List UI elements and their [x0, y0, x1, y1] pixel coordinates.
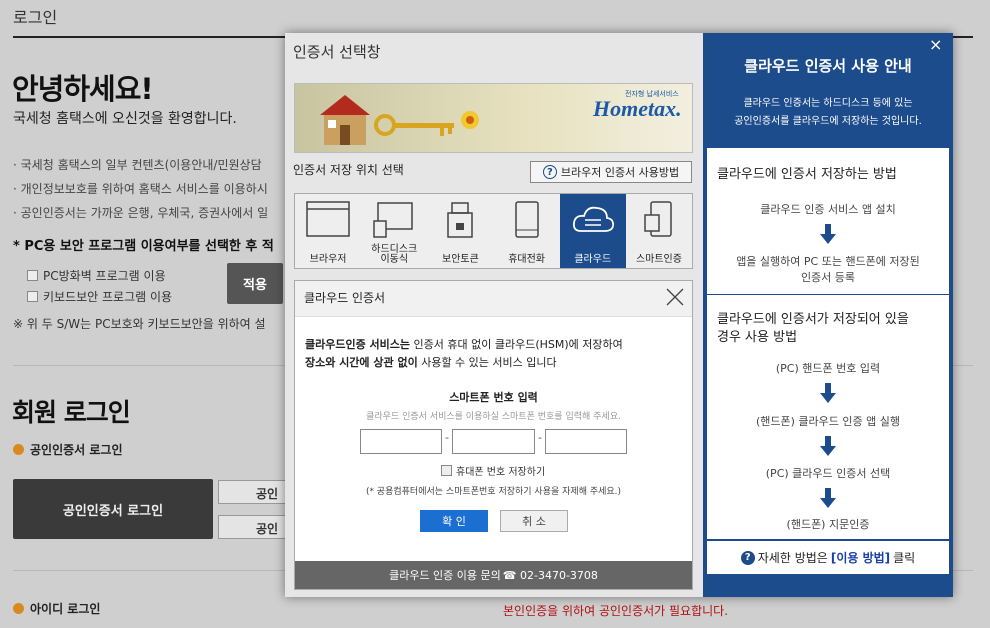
- greeting-heading: 안녕하세요!: [12, 72, 154, 106]
- arrow-down-icon: [820, 224, 836, 244]
- hometax-logo: Hometax.: [593, 96, 682, 121]
- inquiry-text: 클라우드 인증 이용 문의: [389, 569, 501, 582]
- bullet-circle-icon: [13, 444, 24, 455]
- browser-cert-howto-button[interactable]: ? 브라우저 인증서 사용방법: [530, 161, 692, 183]
- house-key-illustration: [320, 95, 479, 145]
- firewall-checkbox[interactable]: [27, 270, 38, 281]
- save-phone-row[interactable]: 휴대폰 번호 저장하기: [441, 463, 545, 478]
- how-to-use-title: 클라우드에 인증서가 저장되어 있을 경우 사용 방법: [717, 312, 909, 345]
- detail-link-box: ? 자세한 방법은 [이용 방법] 클릭: [707, 541, 949, 574]
- phone-field-3[interactable]: [545, 429, 627, 454]
- guide-title: 클라우드 인증서 사용 안내: [744, 57, 912, 75]
- use-step-4: (핸드폰) 지문인증: [786, 518, 870, 531]
- guide-subtitle: 클라우드 인증서는 하드디스크 등에 있는 공인인증서를 클라우드에 저장하는 것…: [734, 98, 922, 127]
- phone-dash: -: [538, 431, 542, 444]
- security-note: ※ 위 두 S/W는 PC보호와 키보드보안을 위하여 설: [13, 317, 266, 331]
- bullet-circle-icon: [13, 603, 24, 614]
- phone-dash: -: [445, 431, 449, 444]
- pc-security-select-label: * PC용 보안 프로그램 이용여부를 선택한 후 적: [13, 239, 274, 254]
- store-step-1: 클라우드 인증 서비스 앱 설치: [760, 203, 896, 216]
- cloud-panel-title: 클라우드 인증서: [304, 291, 386, 305]
- member-login-heading: 회원 로그인: [12, 398, 131, 427]
- how-to-store-box: 클라우드에 인증서 저장하는 방법 클라우드 인증 서비스 앱 설치 앱을 실행…: [707, 148, 949, 294]
- device-security-token[interactable]: 보안토큰: [427, 194, 493, 268]
- cert-required-notice: 본인인증을 위하여 공인인증서가 필요합니다.: [503, 604, 729, 618]
- how-to-use-box: 클라우드에 인증서가 저장되어 있을 경우 사용 방법 (PC) 핸드폰 번호 입…: [707, 295, 949, 539]
- info-bullet: · 공인인증서는 가까운 은행, 우체국, 증권사에서 일: [13, 206, 269, 220]
- modal-title: 인증서 선택창: [293, 43, 381, 61]
- device-mobile-phone[interactable]: 휴대전화: [494, 194, 560, 268]
- mobile-phone-icon: [514, 201, 539, 238]
- close-icon[interactable]: ×: [929, 35, 942, 54]
- save-phone-checkbox[interactable]: [441, 465, 452, 476]
- cloud-service-description: 클라우드인증 서비스는 인증서 휴대 없이 클라우드(HSM)에 저장하여 장소…: [305, 338, 623, 369]
- device-hard-disk[interactable]: 하드디스크 이동식: [361, 194, 427, 268]
- firewall-label: PC방화벽 프로그램 이용: [43, 269, 166, 283]
- welcome-text: 국세청 홈택스에 오신것을 환영합니다.: [13, 111, 237, 127]
- cert-option-button[interactable]: 공인: [218, 515, 288, 539]
- cert-login-button[interactable]: 공인인증서 로그인: [13, 479, 213, 539]
- device-smart-cert[interactable]: 스마트인증: [626, 194, 692, 268]
- cloud-guide-sidebar: × 클라우드 인증서 사용 안내 클라우드 인증서는 하드디스크 등에 있는 공인…: [703, 33, 953, 597]
- confirm-button[interactable]: 확 인: [420, 510, 488, 532]
- firewall-checkbox-row[interactable]: PC방화벽 프로그램 이용: [27, 267, 166, 284]
- info-bullet: · 국세청 홈택스의 일부 컨텐츠(이용안내/민원상담: [13, 158, 262, 172]
- use-step-3: (PC) 클라우드 인증서 선택: [765, 467, 891, 480]
- keyboard-label: 키보드보안 프로그램 이용: [43, 290, 173, 304]
- smart-cert-icon: [644, 201, 672, 237]
- cancel-button[interactable]: 취 소: [500, 510, 568, 532]
- phone-field-1[interactable]: [360, 429, 442, 454]
- phone-field-2[interactable]: [452, 429, 535, 454]
- arrow-down-icon: [820, 488, 836, 508]
- device-browser[interactable]: 브라우저: [295, 194, 361, 268]
- cert-login-label: 공인인증서 로그인: [13, 441, 123, 458]
- use-step-2: (핸드폰) 클라우드 인증 앱 실행: [755, 415, 900, 428]
- public-computer-note: (* 공용컴퓨터에서는 스마트폰번호 저장하기 사용을 자제해 주세요.): [365, 487, 622, 497]
- cloud-cert-panel: 클라우드 인증서 클라우드인증 서비스는 인증서 휴대 없이 클라우드(HSM)…: [294, 280, 693, 590]
- phone-number-hint: 클라우드 인증서 서비스를 이용하실 스마트폰 번호를 입력해 주세요.: [366, 412, 621, 422]
- keyboard-checkbox-row[interactable]: 키보드보안 프로그램 이용: [27, 288, 172, 305]
- arrow-down-icon: [820, 383, 836, 403]
- hometax-banner: 전자형 납세서비스 Hometax.: [294, 83, 693, 153]
- cloud-panel-header: 클라우드 인증서: [295, 281, 692, 317]
- store-step-2: 앱을 실행하여 PC 또는 핸드폰에 저장된 인증서 등록: [736, 255, 920, 284]
- keyboard-checkbox[interactable]: [27, 291, 38, 302]
- phone-number-label: 스마트폰 번호 입력: [449, 391, 538, 404]
- cloud-inquiry-footer: 클라우드 인증 이용 문의 ☎ 02-3470-3708: [295, 561, 692, 589]
- save-phone-label: 휴대폰 번호 저장하기: [456, 467, 546, 478]
- cert-option-button[interactable]: 공인: [218, 480, 288, 504]
- info-bullet: · 개인정보보호를 위하여 홈택스 서비스를 이용하시: [13, 182, 268, 196]
- cloud-icon: [572, 206, 614, 232]
- storage-location-label: 인증서 저장 위치 선택: [293, 163, 404, 177]
- page-title: 로그인: [13, 8, 58, 27]
- question-icon: ?: [542, 165, 557, 179]
- detail-usage-link[interactable]: ? 자세한 방법은 [이용 방법] 클릭: [707, 549, 949, 566]
- close-icon[interactable]: [665, 287, 685, 307]
- id-login-label: 아이디 로그인: [13, 600, 100, 617]
- question-icon: ?: [740, 550, 755, 565]
- cert-select-modal: 인증서 선택창 전자형 납세서비스 Hometax. 인증서 저장 위치 선택 …: [285, 33, 953, 597]
- use-step-1: (PC) 핸드폰 번호 입력: [775, 362, 881, 375]
- hard-disk-icon: [373, 202, 413, 238]
- how-to-store-title: 클라우드에 인증서 저장하는 방법: [717, 167, 897, 182]
- inquiry-phone: ☎ 02-3470-3708: [502, 568, 598, 582]
- storage-device-list: 브라우저 하드디스크 이동식 보안토큰 휴대전화 클라우드 스마트인증: [294, 193, 693, 269]
- apply-button[interactable]: 적용: [227, 263, 283, 304]
- device-cloud[interactable]: 클라우드: [559, 194, 626, 268]
- security-token-icon: [447, 202, 474, 238]
- arrow-down-icon: [820, 436, 836, 456]
- browser-icon: [306, 201, 350, 237]
